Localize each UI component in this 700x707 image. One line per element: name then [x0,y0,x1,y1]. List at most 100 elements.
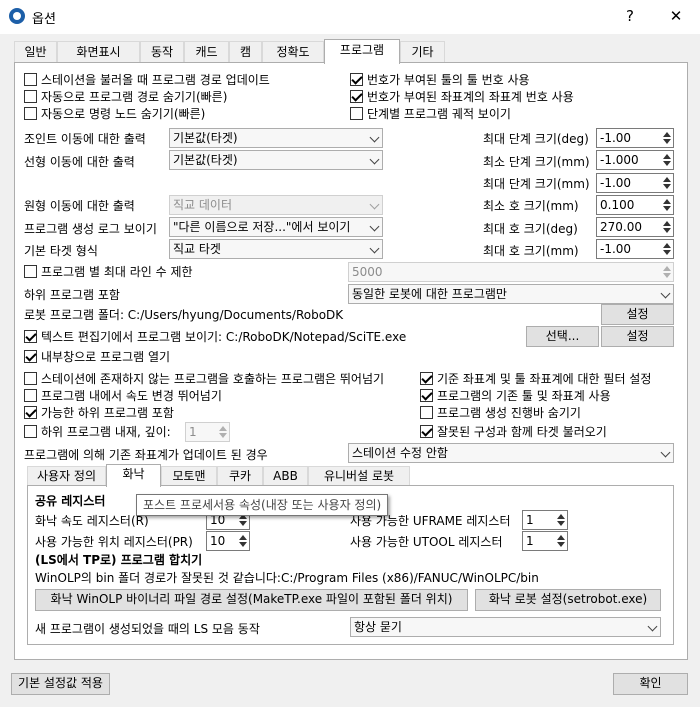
uframe-input[interactable]: 1 [522,510,568,530]
text-editor-select-button[interactable]: 선택... [526,326,599,347]
winolp-path-button[interactable]: 화낙 WinOLP 바이너리 파일 경로 설정(MakeTP.exe 파일이 포… [35,589,468,611]
new-program-select[interactable]: 항상 묻기 [350,617,661,637]
subtab-kuka[interactable]: 쿠카 [217,466,263,486]
auto-hide-cmd-label: 자동으로 명령 노드 숨기기(빠른) [41,107,206,121]
position-register-label: 사용 가능한 위치 레지스터(PR) [35,535,193,549]
spin-down-icon[interactable] [239,521,247,526]
embed-depth-input[interactable]: 1 [185,422,230,442]
max-step-deg-input[interactable]: -1.00 [596,128,674,148]
hide-progress-checkbox[interactable] [420,406,433,419]
close-button[interactable]: ✕ [662,4,690,28]
max-lines-value: 5000 [352,265,383,279]
spin-down-icon[interactable] [663,161,671,166]
circular-output-select[interactable]: 직교 데이터 [169,195,383,215]
spin-down-icon[interactable] [663,139,671,144]
embed-depth-value: 1 [189,425,197,439]
spin-down-icon[interactable] [663,184,671,189]
spin-down-icon[interactable] [663,250,671,255]
max-step-mm-input[interactable]: -1.00 [596,173,674,193]
max-lines-checkbox[interactable] [24,265,37,278]
chevron-down-icon [369,199,380,210]
tool-numbered-checkbox[interactable] [350,73,363,86]
target-type-value: 직교 타겟 [173,242,221,256]
step-trace-checkbox[interactable] [350,107,363,120]
tab-accuracy[interactable]: 정확도 [262,41,324,63]
auto-hide-path-checkbox[interactable] [24,90,37,103]
linear-output-select[interactable]: 기본값(타겟) [169,150,383,170]
spin-up-icon[interactable] [663,266,671,271]
subtab-custom[interactable]: 사용자 정의 [27,466,106,486]
min-arc-mm-input[interactable]: 0.100 [596,195,674,215]
embed-subprogram-checkbox[interactable] [24,425,37,438]
spin-down-icon[interactable] [663,228,671,233]
max-arc-deg-value: 270.00 [600,220,642,234]
min-step-mm-input[interactable]: -1.000 [596,150,674,170]
spin-down-icon[interactable] [239,542,247,547]
linear-output-label: 선형 이동에 대한 출력 [24,155,135,169]
frame-numbered-checkbox[interactable] [350,90,363,103]
spin-up-icon[interactable] [663,154,671,159]
spin-up-icon[interactable] [239,535,247,540]
spin-up-icon[interactable] [663,132,671,137]
robot-folder-setup-button[interactable]: 설정 [601,304,674,325]
tab-other[interactable]: 기타 [400,41,445,63]
winolp-warning: WinOLP의 bin 폴더 경로가 잘못된 것 같습니다:C:/Program… [35,571,539,585]
tab-general[interactable]: 일반 [14,41,57,63]
text-editor-checkbox[interactable] [24,330,37,343]
subtab-motoman[interactable]: 모토맨 [161,466,217,486]
min-step-mm-label: 최소 단계 크기(mm) [483,155,590,169]
spin-up-icon[interactable] [663,243,671,248]
skip-speed-checkbox[interactable] [24,389,37,402]
post-processor-tab-bar: 사용자 정의 화낙 모토맨 쿠카 ABB 유니버설 로봇 [27,464,427,487]
filter-frames-checkbox[interactable] [420,372,433,385]
subtab-fanuc[interactable]: 화낙 [106,464,161,487]
help-button[interactable]: ? [616,4,644,28]
max-arc-mm-input[interactable]: -1.00 [596,239,674,259]
ok-button[interactable]: 확인 [613,673,688,695]
subtab-universal-robots[interactable]: 유니버설 로봇 [308,466,410,486]
max-lines-input[interactable]: 5000 [348,262,674,282]
tab-program[interactable]: 프로그램 [324,39,400,64]
spin-down-icon[interactable] [663,206,671,211]
spin-down-icon[interactable] [557,542,565,547]
apply-defaults-button[interactable]: 기본 설정값 적용 [11,673,110,695]
log-label: 프로그램 생성 로그 보이기 [24,222,157,236]
tab-display[interactable]: 화면표시 [57,41,140,63]
tab-cad[interactable]: 캐드 [184,41,229,63]
use-base-tool-checkbox[interactable] [420,389,433,402]
load-bad-config-checkbox[interactable] [420,425,433,438]
chevron-down-icon [369,243,380,254]
frame-update-select[interactable]: 스테이션 수정 안함 [348,443,674,463]
include-possible-checkbox[interactable] [24,406,37,419]
max-arc-deg-input[interactable]: 270.00 [596,217,674,237]
subprogram-select[interactable]: 동일한 로봇에 대한 프로그램만 [348,284,674,304]
tool-numbered-label: 번호가 부여된 툴의 툴 번호 사용 [367,73,530,87]
spin-up-icon[interactable] [557,535,565,540]
position-register-input[interactable]: 10 [206,531,250,551]
spin-down-icon[interactable] [557,521,565,526]
utool-input[interactable]: 1 [522,531,568,551]
spin-up-icon[interactable] [663,199,671,204]
spin-up-icon[interactable] [663,177,671,182]
target-type-select[interactable]: 직교 타겟 [169,239,383,259]
skip-missing-checkbox[interactable] [24,372,37,385]
spin-up-icon[interactable] [663,221,671,226]
auto-hide-cmd-checkbox[interactable] [24,107,37,120]
spin-down-icon[interactable] [663,273,671,278]
update-path-checkbox[interactable] [24,73,37,86]
joint-output-select[interactable]: 기본값(타겟) [169,128,383,148]
frame-update-label: 프로그램에 의해 기존 좌표계가 업데이트 된 경우 [24,448,268,462]
chevron-down-icon [647,621,658,632]
text-editor-setup-button[interactable]: 설정 [601,326,674,347]
log-select[interactable]: "다른 이름으로 저장..."에서 보이기 [169,217,383,237]
open-internal-checkbox[interactable] [24,350,37,363]
subtab-abb[interactable]: ABB [263,466,308,486]
spin-up-icon[interactable] [219,426,227,431]
new-program-label: 새 프로그램이 생성되었을 때의 LS 모음 동작 [35,622,260,636]
tab-cam[interactable]: 캠 [229,41,262,63]
spin-down-icon[interactable] [219,433,227,438]
spin-up-icon[interactable] [557,514,565,519]
tab-motion[interactable]: 동작 [140,41,184,63]
frame-update-value: 스테이션 수정 안함 [352,446,448,460]
setrobot-button[interactable]: 화낙 로봇 설정(setrobot.exe) [475,589,661,611]
